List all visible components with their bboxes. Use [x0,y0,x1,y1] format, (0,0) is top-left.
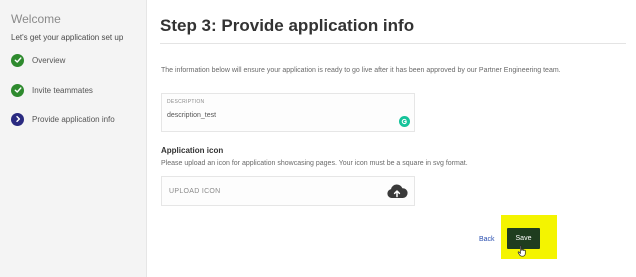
grammarly-icon[interactable] [399,116,410,127]
sidebar-subtitle: Let's get your application set up [11,33,124,42]
application-icon-help: Please upload an icon for application sh… [161,160,468,167]
check-icon [11,53,24,67]
upload-icon-label: UPLOAD ICON [169,188,221,195]
upload-icon-field[interactable]: UPLOAD ICON [161,176,415,206]
sidebar: Welcome Let's get your application set u… [0,0,147,277]
sidebar-step-label: Overview [32,55,66,65]
page-title: Step 3: Provide application info [160,16,415,35]
sidebar-step-label: Provide application info [32,114,115,124]
check-icon [11,83,24,97]
back-link[interactable]: Back [479,236,495,243]
title-divider [160,43,626,44]
sidebar-step-provide-application-info[interactable]: Provide application info [11,112,115,126]
intro-text: The information below will ensure your a… [161,67,561,74]
description-value[interactable]: description_test [167,112,216,119]
sidebar-step-invite-teammates[interactable]: Invite teammates [11,83,93,97]
sidebar-step-overview[interactable]: Overview [11,53,65,67]
sidebar-title: Welcome [11,12,61,26]
description-label: DESCRIPTION [167,99,205,105]
sidebar-step-label: Invite teammates [32,85,93,95]
description-field[interactable]: DESCRIPTION description_test [161,93,415,132]
chevron-right-icon [11,112,24,126]
cloud-upload-icon[interactable] [386,183,408,200]
main-panel: Step 3: Provide application info The inf… [148,0,636,277]
application-icon-title: Application icon [161,146,224,155]
hand-cursor-icon [517,245,526,257]
